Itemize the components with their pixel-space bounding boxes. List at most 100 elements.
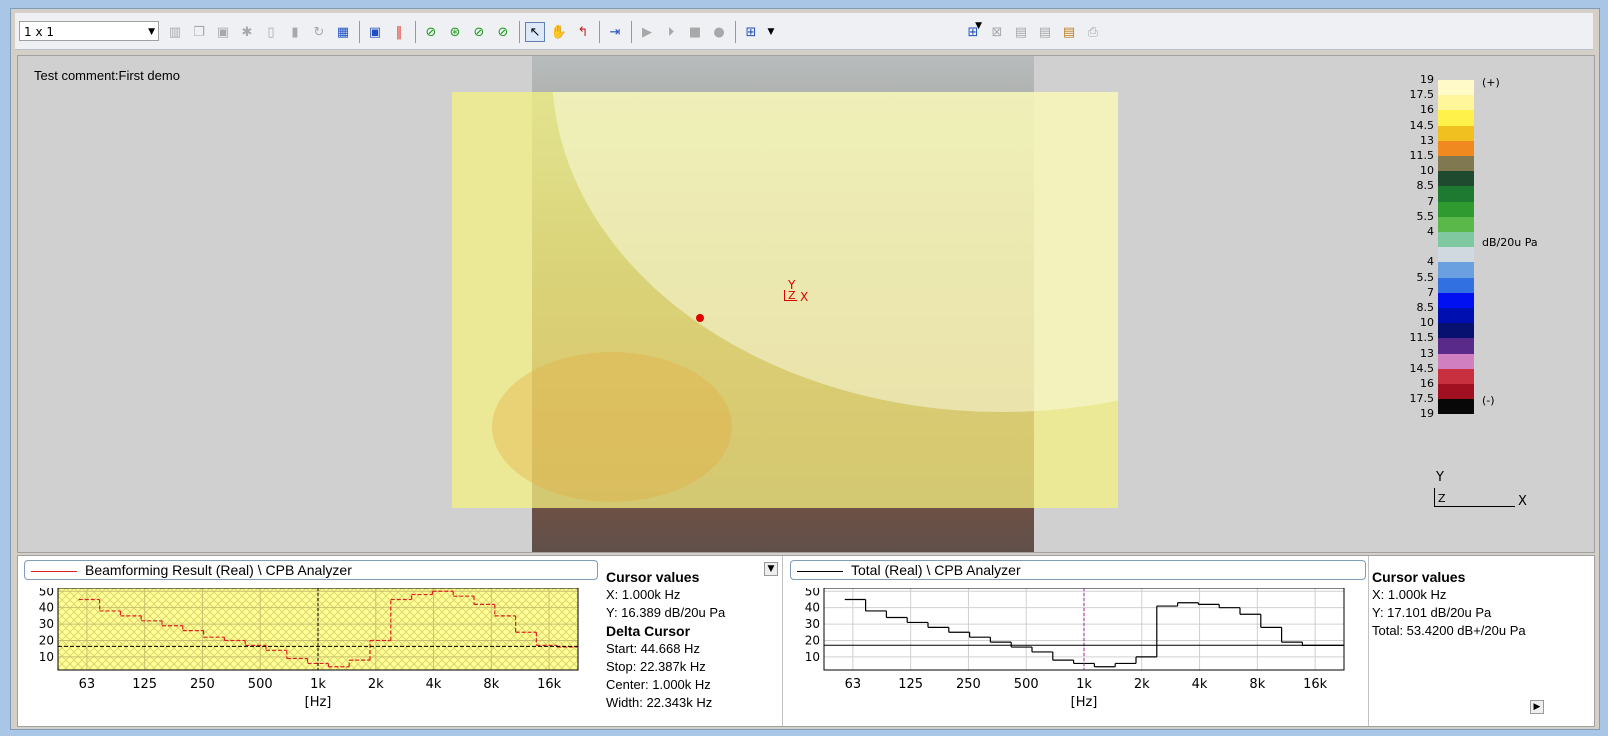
legend-swatch (1438, 338, 1474, 354)
chevron-down-icon[interactable]: ▼ (148, 22, 155, 42)
pointer-icon[interactable]: ↖ (525, 22, 545, 42)
legend-label: 14.5 (1409, 361, 1435, 375)
legend-swatch (1438, 110, 1474, 126)
legend-label: 8.5 (1416, 301, 1435, 314)
right-cursor-values: Cursor values X: 1.000k Hz Y: 17.101 dB/… (1372, 568, 1526, 640)
table-icon[interactable]: ▦ (333, 22, 353, 42)
layout-select-value: 1 x 1 (24, 25, 54, 39)
legend-swatch (1438, 277, 1474, 293)
camera-icon[interactable]: ▣ (213, 22, 233, 42)
sound-map-lobe (492, 352, 732, 502)
legend-swatch (1438, 323, 1474, 339)
delta-cursor-heading: Delta Cursor (606, 623, 691, 639)
x-tick-label: 63 (79, 677, 96, 692)
folder-open-icon[interactable]: ▤ (1059, 22, 1079, 42)
image-icon[interactable]: ▣ (365, 22, 385, 42)
toolbar-separator (599, 21, 600, 43)
folder-export-icon[interactable]: ▤ (1035, 22, 1055, 42)
delta-start-value: Start: 44.668 Hz (606, 641, 700, 656)
probe-icon[interactable]: ↰ (573, 22, 593, 42)
delta-stop-value: Stop: 22.387k Hz (606, 659, 706, 674)
layout-select[interactable]: 1 x 1 ▼ (19, 21, 159, 41)
right-panel-title[interactable]: Total (Real) \ CPB Analyzer (790, 560, 1366, 580)
chevron-down-icon[interactable]: ▼ (761, 22, 781, 42)
measure-alt-icon[interactable]: ⊘ (469, 22, 489, 42)
export-icon[interactable]: ⇥ (605, 22, 625, 42)
x-tick-label: 4k (1192, 677, 1208, 692)
bar-chart-icon[interactable]: ▥ (165, 22, 185, 42)
chevron-right-icon[interactable]: ▶ (1530, 700, 1544, 714)
legend-label: 11.5 (1409, 149, 1435, 162)
y-tick-label: 30 (805, 617, 820, 631)
legend-label: 19 (1420, 73, 1434, 86)
folder-icon[interactable]: ▤ (1011, 22, 1031, 42)
test-comment: Test comment:First demo (34, 68, 180, 83)
cursor-x-value: X: 1.000k Hz (1372, 587, 1447, 602)
legend-label: 19 (1420, 407, 1434, 421)
view-select[interactable]: ▼ (825, 21, 985, 41)
series-line-swatch (31, 570, 77, 572)
chevron-down-icon[interactable]: ▼ (764, 562, 778, 576)
hand-icon[interactable]: ✋ (549, 22, 569, 42)
play-step-icon[interactable]: ⏵ (661, 22, 681, 42)
right-panel-title-text: Total (Real) \ CPB Analyzer (851, 562, 1021, 578)
stop-icon[interactable]: ■ (685, 22, 705, 42)
window-close-icon[interactable]: ⊠ (987, 22, 1007, 42)
legend-swatch (1438, 201, 1474, 217)
legend-label: 13 (1420, 346, 1434, 360)
legend-swatch (1438, 156, 1474, 172)
x-tick-label: 16k (1303, 677, 1328, 692)
legend-label: 4 (1427, 255, 1434, 269)
toolbar-separator (415, 21, 416, 43)
legend-unit-label: dB/20u Pa (1482, 236, 1538, 249)
legend-label: 13 (1420, 133, 1434, 147)
left-cursor-values: Cursor values X: 1.000k Hz Y: 16.389 dB/… (606, 568, 725, 712)
legend-swatch (1438, 125, 1474, 141)
toolbar-separator (359, 21, 360, 43)
legend-swatch (1438, 232, 1474, 248)
play-icon[interactable]: ▶ (637, 22, 657, 42)
copy-icon[interactable]: ❐ (189, 22, 209, 42)
beamforming-view[interactable]: Test comment:First demo Y Z X 19 17.5 16 14… (17, 55, 1595, 553)
star-icon[interactable]: ✱ (237, 22, 257, 42)
legend-minus-label: (-) (1482, 394, 1495, 407)
x-tick-label: 63 (845, 677, 862, 692)
lasso-icon[interactable]: ↻ (309, 22, 329, 42)
axis-z-label: Z (1438, 492, 1446, 505)
ruler-icon[interactable]: ▮ (285, 22, 305, 42)
measure-gear-icon[interactable]: ⊛ (445, 22, 465, 42)
toolbar-separator (519, 21, 520, 43)
right-spectrum-plot[interactable]: 10 20 30 40 50 63 125 250 500 1k 2k 4k 8k 16k [Hz] (784, 588, 1364, 726)
measure-icon[interactable]: ⊘ (421, 22, 441, 42)
scale-icon[interactable]: ‖ (389, 22, 409, 42)
legend-plus-label: (+) (1482, 76, 1500, 89)
panel-divider (782, 556, 783, 726)
left-spectrum-plot[interactable]: 10 20 30 40 50 63 125 250 500 1k 2k 4k 8k 16k [Hz] (18, 588, 598, 726)
left-panel-title[interactable]: Beamforming Result (Real) \ CPB Analyzer (24, 560, 598, 580)
y-tick-label: 50 (805, 588, 820, 598)
legend-swatch (1438, 186, 1474, 202)
legend-label: 17.5 (1409, 392, 1435, 406)
toolbar-separator (735, 21, 736, 43)
y-tick-label: 20 (39, 633, 54, 647)
print-icon[interactable]: ⎙ (1083, 22, 1103, 42)
layout-grid-icon[interactable]: ⊞ (741, 22, 761, 42)
legend-swatch (1438, 80, 1474, 96)
measure-alt2-icon[interactable]: ⊘ (493, 22, 513, 42)
axis-z-label: Z (788, 289, 796, 302)
legend-label: 16 (1420, 377, 1434, 390)
axis-x-label: X (800, 290, 809, 304)
x-tick-label: 500 (248, 677, 273, 692)
legend-label: 16 (1420, 103, 1434, 117)
record-icon[interactable]: ● (709, 22, 729, 42)
window-add-icon[interactable]: ⊞ (963, 22, 983, 42)
cursor-y-value: Y: 16.389 dB/20u Pa (606, 605, 726, 620)
x-tick-label: 8k (1249, 677, 1265, 692)
y-tick-label: 30 (39, 617, 54, 631)
x-tick-label: 2k (1134, 677, 1150, 692)
legend-label: 11.5 (1409, 331, 1435, 345)
page-icon[interactable]: ▯ (261, 22, 281, 42)
cursor-marker[interactable] (696, 314, 704, 322)
legend-swatch (1438, 308, 1474, 324)
legend-swatch (1438, 140, 1474, 156)
